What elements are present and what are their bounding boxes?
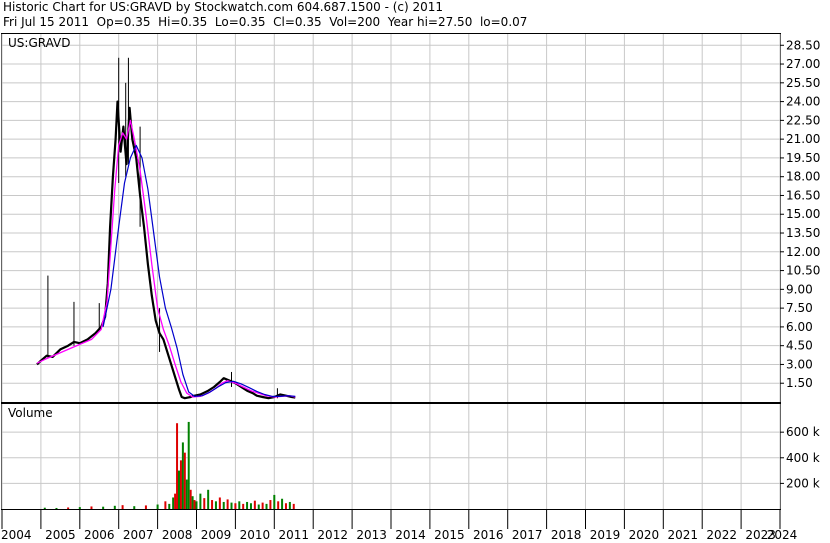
- volume-bar: [193, 500, 196, 509]
- volume-bar: [187, 421, 190, 509]
- volume-bar: [172, 497, 175, 509]
- volume-bar: [249, 503, 252, 509]
- volume-bar: [234, 503, 237, 509]
- volume-bar: [174, 493, 177, 509]
- year-tick-label: 2017: [512, 528, 543, 542]
- price-tick-label: 7.50: [786, 301, 813, 315]
- year-tick-label: 2005: [45, 528, 76, 542]
- volume-bar: [211, 500, 214, 509]
- volume-tick-label: 200 k: [786, 476, 820, 490]
- volume-bar: [185, 479, 188, 509]
- year-tick-label: 2008: [162, 528, 193, 542]
- volume-bar: [218, 497, 221, 509]
- volume-tick-label: 400 k: [786, 451, 820, 465]
- price-tick-label: 12.00: [786, 245, 820, 259]
- price-tick-label: 16.50: [786, 188, 820, 202]
- volume-bar: [113, 505, 116, 509]
- volume-bar: [168, 503, 171, 509]
- volume-bar: [55, 507, 58, 509]
- year-tick-label: 2019: [590, 528, 621, 542]
- price-tick-label: 3.00: [786, 357, 813, 371]
- volume-bar: [177, 470, 180, 509]
- volume-bar: [176, 423, 179, 509]
- volume-bar: [133, 506, 136, 509]
- volume-bar: [144, 505, 147, 509]
- volume-bar: [281, 498, 284, 509]
- volume-bar: [226, 499, 229, 509]
- year-tick-label: 2022: [706, 528, 737, 542]
- volume-bar: [288, 501, 291, 509]
- volume-bar: [269, 500, 272, 509]
- year-tick-label: 2007: [123, 528, 154, 542]
- year-tick-label: 2009: [201, 528, 232, 542]
- price-tick-label: 18.00: [786, 170, 820, 184]
- price-tick-label: 1.50: [786, 376, 813, 390]
- year-axis-ticks: 2004 2005 2006 2007 2008 2009 2010 2011 2012 2013…: [1, 509, 797, 542]
- volume-bar: [261, 502, 264, 509]
- volume-bar: [78, 507, 81, 509]
- price-tick-label: 27.00: [786, 57, 820, 71]
- volume-bar: [265, 503, 268, 509]
- year-tick-label: 2011: [279, 528, 310, 542]
- year-tick-label: 2024: [767, 528, 798, 542]
- volume-bar: [273, 494, 276, 509]
- volume-bar: [230, 502, 233, 509]
- price-tick-label: 6.00: [786, 320, 813, 334]
- volume-axis-ticks: 600 k 400 k 200 k: [780, 425, 820, 490]
- price-tick-label: 25.50: [786, 76, 820, 90]
- volume-bar: [43, 507, 46, 509]
- volume-bar: [181, 442, 184, 509]
- year-tick-label: 2013: [356, 528, 387, 542]
- volume-bar: [67, 507, 70, 509]
- volume-bar: [214, 501, 217, 509]
- volume-bar: [191, 496, 194, 509]
- volume-bar: [284, 503, 287, 509]
- volume-bar: [242, 503, 245, 509]
- volume-bar: [156, 504, 159, 509]
- volume-bar: [164, 501, 167, 509]
- volume-bar: [246, 501, 249, 509]
- volume-panel-title: Volume: [8, 406, 53, 420]
- price-tick-label: 19.50: [786, 151, 820, 165]
- volume-bar: [253, 500, 256, 509]
- volume-bar: [207, 489, 210, 509]
- price-tick-label: 9.00: [786, 282, 813, 296]
- price-axis-ticks: 28.50 27.00 25.50 24.00 22.50 21.00 19.50 18.00…: [780, 38, 820, 390]
- volume-bar: [189, 489, 192, 509]
- volume-bar: [203, 498, 206, 509]
- volume-bar: [277, 501, 280, 509]
- volume-bar: [121, 505, 124, 509]
- volume-bar: [257, 504, 260, 509]
- price-tick-label: 15.00: [786, 207, 820, 221]
- year-tick-label: 2018: [551, 528, 582, 542]
- price-tick-label: 22.50: [786, 113, 820, 127]
- volume-bar: [292, 503, 295, 509]
- price-tick-label: 24.00: [786, 95, 820, 109]
- volume-bar: [195, 501, 198, 509]
- year-tick-label: 2014: [395, 528, 426, 542]
- price-tick-label: 28.50: [786, 38, 820, 52]
- year-tick-label: 2006: [84, 528, 115, 542]
- volume-bar: [183, 452, 186, 509]
- year-tick-label: 2015: [434, 528, 465, 542]
- year-tick-label: 2020: [629, 528, 660, 542]
- price-tick-label: 21.00: [786, 132, 820, 146]
- year-tick-label: 2010: [240, 528, 271, 542]
- price-tick-label: 10.50: [786, 264, 820, 278]
- volume-bar: [199, 493, 202, 509]
- volume-bar: [102, 506, 105, 509]
- volume-bar: [238, 501, 241, 509]
- year-tick-label: 2012: [317, 528, 348, 542]
- price-panel-title: US:GRAVD: [8, 36, 70, 50]
- year-tick-label: 2004: [1, 528, 32, 542]
- volume-bar: [179, 460, 182, 509]
- stock-chart: 28.50 27.00 25.50 24.00 22.50 21.00 19.50 18.00…: [1, 33, 820, 542]
- volume-tick-label: 600 k: [786, 425, 820, 439]
- year-tick-label: 2021: [668, 528, 699, 542]
- volume-bar: [90, 506, 93, 509]
- volume-bar: [222, 501, 225, 509]
- price-tick-label: 4.50: [786, 339, 813, 353]
- price-tick-label: 13.50: [786, 226, 820, 240]
- year-tick-label: 2016: [473, 528, 504, 542]
